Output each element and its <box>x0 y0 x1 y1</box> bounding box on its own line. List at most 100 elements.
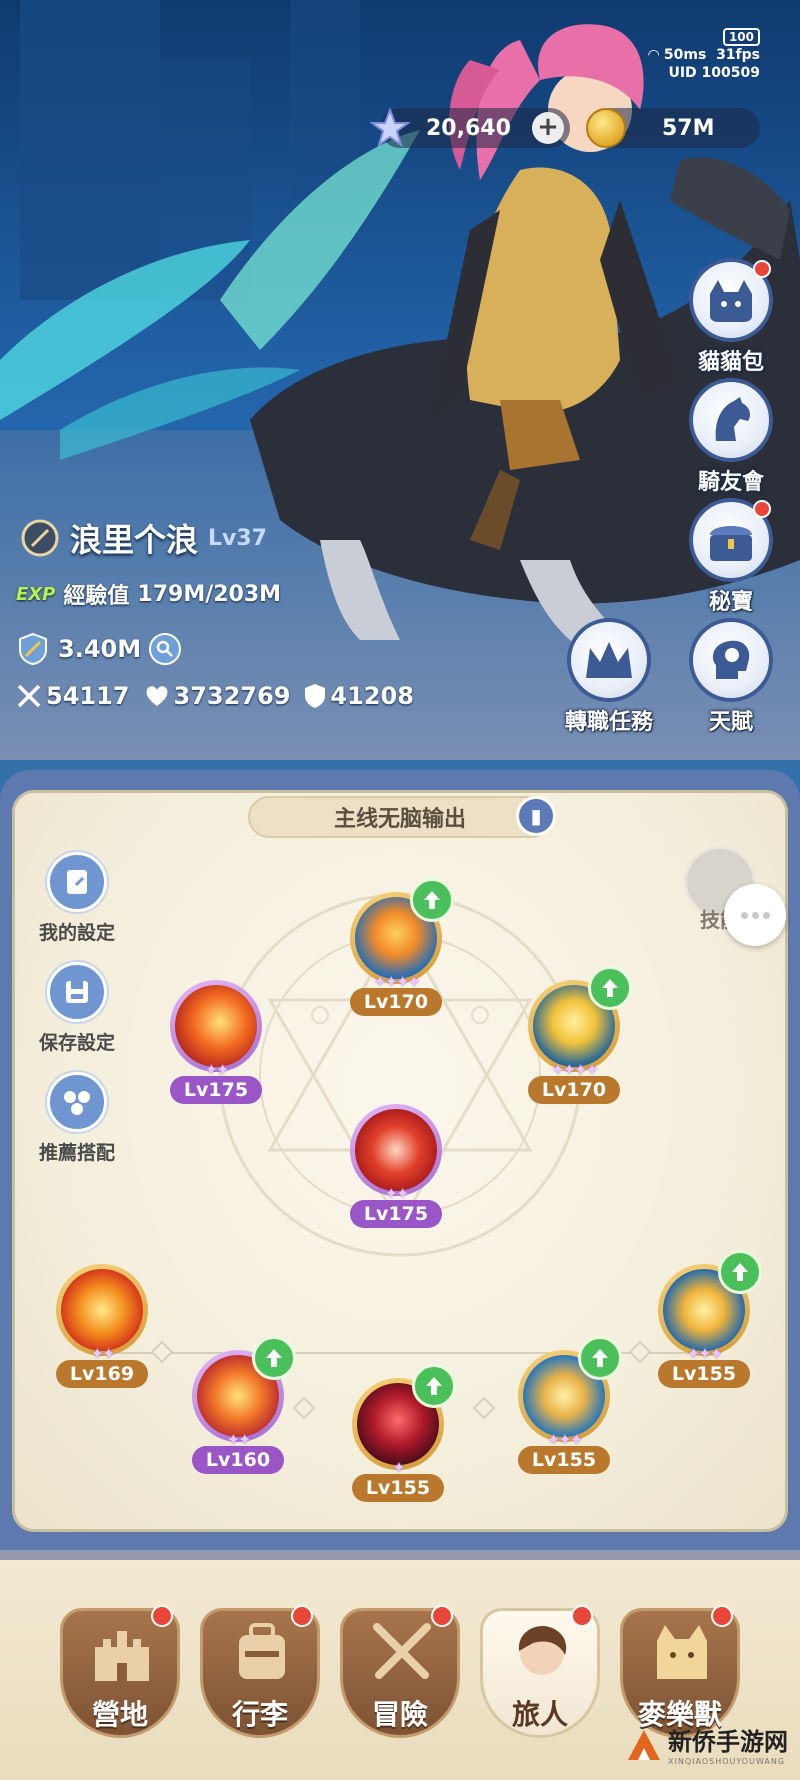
skill-level: Lv170 <box>350 988 442 1016</box>
skill-slot[interactable]: ✦✦✦✦ Lv170 <box>524 966 632 1106</box>
uid-text: UID 100509 <box>668 65 760 81</box>
menu-label: 秘寶 <box>708 590 753 615</box>
skill-slot[interactable]: ✦ Lv155 <box>348 1364 456 1504</box>
nav-label: 營地 <box>91 1698 148 1731</box>
notification-dot <box>711 1605 733 1627</box>
menu-label: 轉職任務 <box>564 710 653 735</box>
exp-value: 179M/203M <box>137 581 282 607</box>
menu-cat-bag[interactable]: 貓貓包 <box>676 258 786 376</box>
brain-icon <box>689 618 773 702</box>
player-name: 浪里个浪 <box>70 521 199 559</box>
device-status: 100 ◠ 50ms 31fps UID 100509 <box>648 28 760 82</box>
left-menu-label: 推薦搭配 <box>38 1142 115 1164</box>
watermark-subtitle: XINQIAOSHOUYOUWANG <box>668 1757 786 1766</box>
skill-slot[interactable]: ✦✦✦✦ Lv170 <box>346 878 454 1018</box>
skill-flame-slash-icon <box>175 985 257 1067</box>
nav-camp[interactable]: 營地 <box>60 1605 180 1738</box>
skill-level: Lv160 <box>192 1446 284 1474</box>
search-icon[interactable] <box>149 633 182 665</box>
horse-icon <box>689 378 773 462</box>
save-icon <box>47 962 107 1022</box>
star-currency-value: 20,640 <box>426 115 511 141</box>
hp-value: 3732769 <box>173 682 291 710</box>
class-emblem-icon <box>21 519 59 557</box>
gold-currency-value: 57M <box>662 115 715 141</box>
nav-pet[interactable]: 麥樂獸 <box>620 1605 740 1738</box>
notification-dot <box>753 500 771 518</box>
upgrade-arrow-icon[interactable] <box>578 1336 622 1380</box>
backpack-icon <box>239 1623 285 1679</box>
skill-level: Lv155 <box>518 1446 610 1474</box>
shield-power-icon <box>19 632 47 666</box>
notification-dot <box>571 1605 593 1627</box>
menu-label: 騎友會 <box>697 470 764 495</box>
my-settings-button[interactable]: 我的設定 <box>22 852 132 945</box>
chat-bubble-button[interactable] <box>724 884 786 946</box>
attack-stat: 54117 <box>16 682 130 710</box>
upgrade-arrow-icon[interactable] <box>588 966 632 1010</box>
menu-job-quest[interactable]: 轉職任務 <box>554 618 664 736</box>
notification-dot <box>291 1605 313 1627</box>
attack-value: 54117 <box>46 682 130 710</box>
skill-level: Lv175 <box>350 1200 442 1228</box>
add-currency-button[interactable]: + <box>532 112 564 144</box>
nav-label: 行李 <box>231 1698 288 1731</box>
upgrade-arrow-icon[interactable] <box>412 1364 456 1408</box>
menu-label: 天賦 <box>708 710 753 735</box>
watermark: 新侨手游网 XINQIAOSHOUYOUWANG <box>626 1722 788 1766</box>
skill-slot[interactable]: ✦✦ Lv160 <box>188 1336 296 1476</box>
battery-indicator: 100 <box>722 28 760 46</box>
skill-level: Lv155 <box>658 1360 750 1388</box>
crossed-swords-icon <box>373 1623 431 1679</box>
skill-slot[interactable]: ✦✦ Lv175 <box>166 976 266 1106</box>
watermark-title: 新侨手游网 <box>668 1728 788 1756</box>
recommend-icon <box>47 1072 107 1132</box>
watermark-logo-icon <box>628 1730 660 1760</box>
edit-settings-icon <box>47 852 107 912</box>
upgrade-arrow-icon[interactable] <box>252 1336 296 1380</box>
preset-title[interactable]: 主线无脑输出 <box>248 796 552 838</box>
recommended-build-button[interactable]: 推薦搭配 <box>22 1072 132 1165</box>
menu-rider-club[interactable]: 騎友會 <box>676 378 786 496</box>
left-menu-label: 保存設定 <box>38 1032 115 1054</box>
wifi-icon: ◠ <box>648 47 660 63</box>
shield-icon <box>305 684 326 708</box>
crossed-swords-icon <box>17 684 41 708</box>
nav-luggage[interactable]: 行李 <box>200 1605 320 1738</box>
notification-dot <box>753 260 771 278</box>
left-menu-label: 我的設定 <box>38 922 115 944</box>
book-icon[interactable]: ▮ <box>516 796 556 836</box>
skill-slot[interactable]: ✦✦✦ Lv155 <box>654 1250 762 1390</box>
notification-dot <box>151 1605 173 1627</box>
fps-text: 31fps <box>716 47 760 63</box>
exp-row: EXP 經驗值 179M/203M <box>16 578 281 610</box>
skill-level: Lv155 <box>352 1474 444 1502</box>
player-info: 浪里个浪 Lv37 <box>20 515 267 561</box>
menu-treasure[interactable]: 秘寶 <box>676 498 786 616</box>
ping-text: 50ms <box>663 47 707 63</box>
power-value: 3.40M <box>58 635 142 663</box>
nav-label: 旅人 <box>511 1698 568 1731</box>
cat-pet-icon <box>657 1625 707 1679</box>
nav-traveler[interactable]: 旅人 <box>480 1605 600 1738</box>
skill-blade-strike-icon <box>355 1109 437 1191</box>
defense-stat: 41208 <box>304 682 414 710</box>
menu-label: 貓貓包 <box>697 350 764 375</box>
exp-label: 經驗值 <box>63 584 130 609</box>
upgrade-arrow-icon[interactable] <box>718 1250 762 1294</box>
player-level: Lv37 <box>208 525 267 551</box>
save-settings-button[interactable]: 保存設定 <box>22 962 132 1055</box>
skill-slot[interactable]: ✦✦ Lv169 <box>52 1260 152 1390</box>
star-gem-icon <box>370 108 410 148</box>
nav-adventure[interactable]: 冒險 <box>340 1605 460 1738</box>
castle-icon <box>95 1631 149 1681</box>
exp-tag: EXP <box>16 583 56 605</box>
upgrade-arrow-icon[interactable] <box>410 878 454 922</box>
cat-bag-icon <box>689 258 773 342</box>
stats-row: 54117 3732769 41208 <box>16 682 414 710</box>
menu-talent[interactable]: 天賦 <box>676 618 786 736</box>
treasure-icon <box>689 498 773 582</box>
skill-slot[interactable]: ✦✦ Lv175 <box>346 1100 446 1230</box>
skill-slot[interactable]: ✦✦✦ Lv155 <box>514 1336 622 1476</box>
skill-fire-warrior-icon <box>61 1269 143 1351</box>
